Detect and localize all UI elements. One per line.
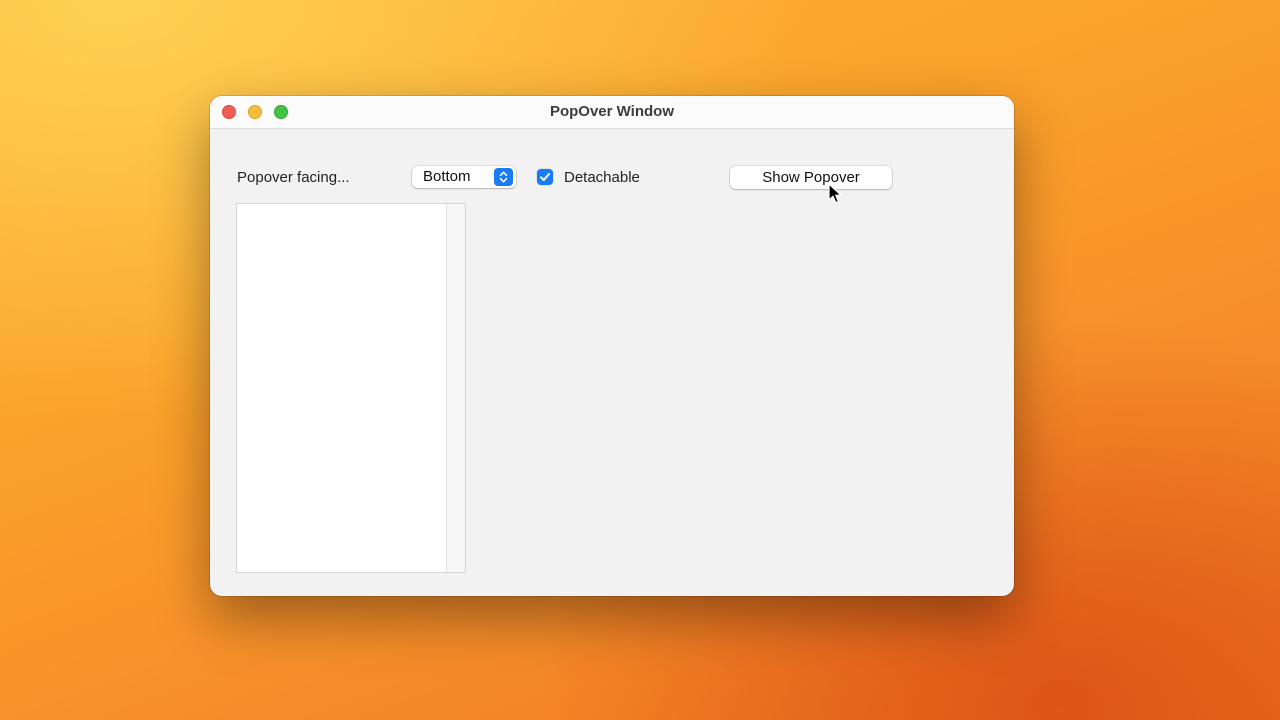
list-view[interactable] <box>236 203 466 573</box>
chevron-up-down-icon <box>494 168 513 186</box>
show-popover-button[interactable]: Show Popover <box>730 166 892 189</box>
popover-window: PopOver Window Popover facing... Bottom … <box>210 96 1014 596</box>
facing-label: Popover facing... <box>237 169 350 186</box>
list-scrollbar[interactable] <box>446 204 465 572</box>
desktop-background: PopOver Window Popover facing... Bottom … <box>0 0 1280 720</box>
title-bar[interactable]: PopOver Window <box>210 96 1014 129</box>
checkmark-icon <box>537 169 553 185</box>
window-title: PopOver Window <box>549 103 675 120</box>
facing-popup-value: Bottom <box>423 168 471 185</box>
detachable-label[interactable]: Detachable <box>564 168 640 188</box>
detachable-checkbox[interactable] <box>537 169 553 185</box>
facing-popup-button[interactable]: Bottom <box>412 166 516 188</box>
